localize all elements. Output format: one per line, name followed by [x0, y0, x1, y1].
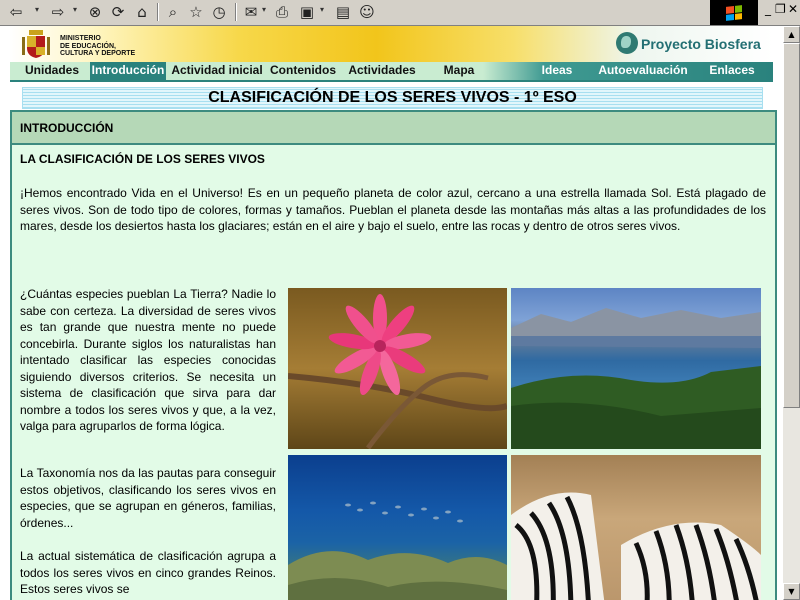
home-icon[interactable]: ⌂: [132, 2, 152, 22]
edit-icon[interactable]: ▣: [297, 2, 317, 22]
minimize-button[interactable]: _: [765, 2, 771, 16]
refresh-icon[interactable]: ⟳: [108, 2, 128, 22]
page-title-bar: CLASIFICACIÓN DE LOS SERES VIVOS - 1º ES…: [22, 87, 763, 109]
nav-mapa[interactable]: Mapa: [434, 62, 484, 80]
nav-enlaces[interactable]: Enlaces: [704, 62, 760, 80]
scroll-down-button[interactable]: ▼: [783, 583, 800, 600]
web-page: MINISTERIO DE EDUCACIÓN, CULTURA Y DEPOR…: [0, 26, 783, 600]
favorites-icon[interactable]: ☆: [186, 2, 206, 22]
close-button[interactable]: ✕: [788, 2, 798, 16]
mail-dropdown-icon[interactable]: ▾: [262, 5, 266, 14]
windows-logo-icon: [726, 4, 742, 21]
nav-ideas[interactable]: Ideas: [531, 62, 583, 80]
coat-of-arms-icon: [22, 30, 50, 58]
page-title: CLASIFICACIÓN DE LOS SERES VIVOS - 1º ES…: [208, 89, 577, 106]
paragraph-kingdoms: La actual sistemática de clasificación a…: [20, 549, 276, 596]
print-icon[interactable]: ⎙: [272, 2, 292, 22]
messenger-icon[interactable]: ☺: [357, 2, 377, 22]
windows-logo-area: [710, 0, 758, 25]
nav-actividades[interactable]: Actividades: [345, 62, 419, 80]
discuss-icon[interactable]: ▤: [333, 2, 353, 22]
ministry-label: MINISTERIO DE EDUCACIÓN, CULTURA Y DEPOR…: [60, 35, 136, 57]
intro-paragraph: ¡Hemos encontrado Vida en el Universo! E…: [20, 186, 766, 233]
history-icon[interactable]: ◷: [209, 2, 229, 22]
main-nav: Unidades Introducción Actividad inicial …: [10, 62, 773, 82]
nav-autoevaluacion[interactable]: Autoevaluación: [593, 62, 693, 80]
browser-toolbar: ⇦ ▾ ⇨ ▾ ⊗ ⟳ ⌂ ⌕ ☆ ◷ ✉ ▾ ⎙ ▣ ▾ ▤ ☺ _ ❐ ✕: [0, 0, 800, 26]
paragraph-taxonomy: La Taxonomía nos da las pautas para cons…: [20, 466, 276, 530]
toolbar-separator: [235, 3, 237, 21]
search-icon[interactable]: ⌕: [163, 2, 183, 22]
forward-dropdown-icon[interactable]: ▾: [73, 5, 77, 14]
coral-reef-photo: [288, 455, 507, 600]
restore-button[interactable]: ❐: [775, 2, 786, 16]
header-banner: MINISTERIO DE EDUCACIÓN, CULTURA Y DEPOR…: [10, 26, 773, 62]
edit-dropdown-icon[interactable]: ▾: [320, 5, 324, 14]
subsection-title: LA CLASIFICACIÓN DE LOS SERES VIVOS: [20, 152, 265, 166]
paragraph-species: ¿Cuántas especies pueblan La Tierra? Nad…: [20, 287, 276, 433]
forward-arrow-icon[interactable]: ⇨: [48, 2, 68, 22]
scroll-thumb[interactable]: [783, 43, 800, 408]
section-title: INTRODUCCIÓN: [20, 121, 114, 135]
nav-unidades[interactable]: Unidades: [18, 62, 86, 80]
zebras-photo: [511, 455, 761, 600]
nav-actividad-inicial[interactable]: Actividad inicial: [170, 62, 264, 80]
globe-icon: [616, 32, 638, 54]
toolbar-separator: [157, 3, 159, 21]
vertical-scrollbar[interactable]: ▲ ▼: [783, 26, 800, 600]
mail-icon[interactable]: ✉: [241, 2, 261, 22]
back-arrow-icon[interactable]: ⇦: [6, 2, 26, 22]
nav-introduccion[interactable]: Introducción: [90, 62, 166, 80]
section-header: INTRODUCCIÓN: [12, 112, 775, 145]
lake-landscape-photo: [511, 288, 761, 449]
stop-icon[interactable]: ⊗: [85, 2, 105, 22]
project-title[interactable]: Proyecto Biosfera: [641, 36, 761, 52]
nav-contenidos[interactable]: Contenidos: [268, 62, 338, 80]
flower-photo: [288, 288, 507, 449]
back-dropdown-icon[interactable]: ▾: [35, 5, 39, 14]
scroll-up-button[interactable]: ▲: [783, 26, 800, 43]
content-panel: INTRODUCCIÓN LA CLASIFICACIÓN DE LOS SER…: [10, 110, 777, 600]
